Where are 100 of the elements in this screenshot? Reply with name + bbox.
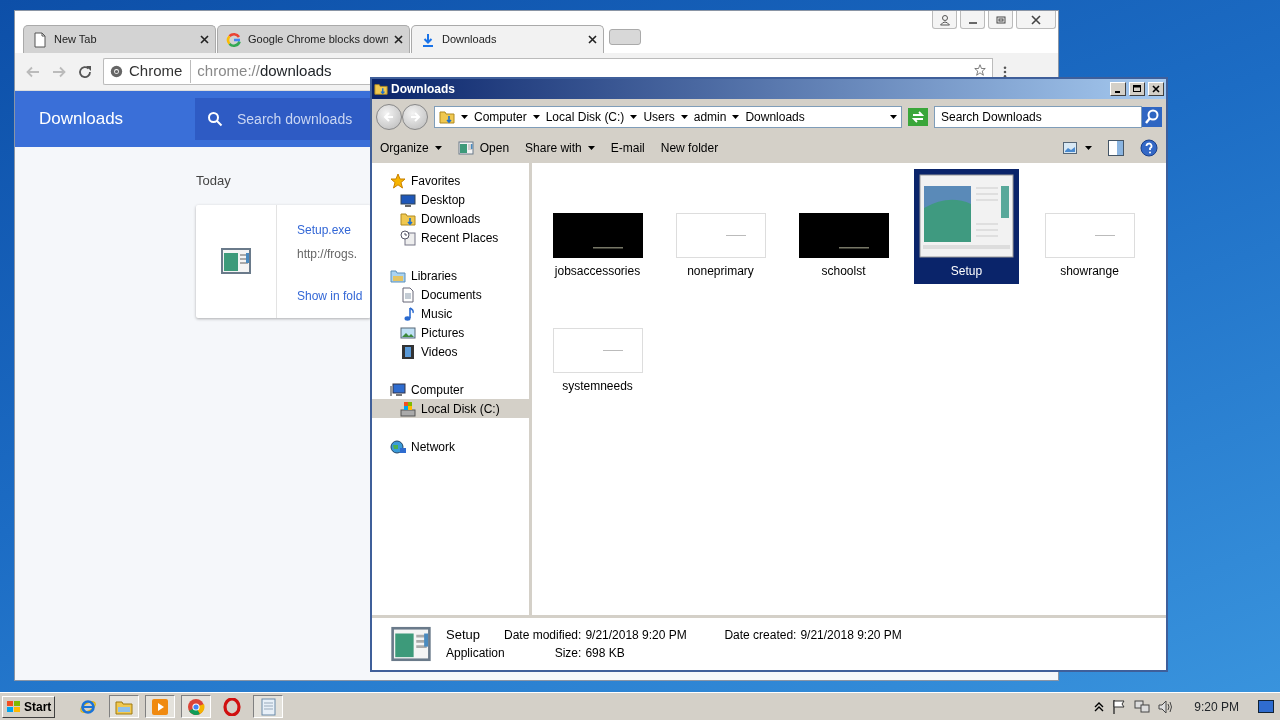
tab-title: New Tab	[54, 32, 98, 48]
play-icon	[151, 697, 170, 716]
detail-label: Date created:	[724, 627, 797, 643]
nav-item[interactable]: Libraries	[372, 266, 529, 285]
arrow-icon[interactable]	[461, 115, 468, 119]
browser-tab[interactable]: New Tab	[23, 25, 216, 53]
file-name: Setup	[446, 627, 480, 643]
chevron-up-icon[interactable]	[1094, 701, 1105, 712]
close-icon[interactable]	[1151, 84, 1161, 94]
taskbar-app[interactable]	[109, 695, 140, 718]
search-field[interactable]: Search Downloads	[934, 106, 1142, 128]
page-title: Downloads	[39, 108, 125, 131]
star-icon	[390, 172, 406, 189]
window-icon	[220, 245, 252, 277]
toolbar-button[interactable]: E-mail	[610, 139, 645, 157]
breadcrumb-item[interactable]: admin	[693, 108, 727, 126]
download-icon	[420, 31, 436, 48]
close-icon[interactable]	[394, 35, 403, 44]
star-icon[interactable]	[974, 64, 986, 76]
source-url: http://frogs.	[297, 245, 358, 263]
nav-item[interactable]: Computer	[372, 380, 529, 399]
menu-icon[interactable]	[1003, 65, 1007, 78]
search-icon[interactable]	[1142, 107, 1162, 127]
file-item[interactable]: showrange	[1037, 169, 1142, 284]
right-arrow-icon	[409, 111, 421, 123]
folder-icon	[439, 109, 455, 125]
site-chip: Chrome	[129, 60, 192, 83]
computer-icon	[390, 381, 406, 398]
arrow-icon[interactable]	[532, 115, 540, 119]
toolbar-button[interactable]: Open	[457, 139, 510, 157]
view-icon[interactable]	[1063, 142, 1077, 154]
back-button[interactable]	[376, 104, 402, 130]
window-icon	[457, 140, 474, 156]
file-item[interactable]: schoolst	[791, 169, 896, 284]
drive-icon	[400, 400, 416, 417]
restore-icon[interactable]	[994, 13, 1007, 26]
show-desktop-icon[interactable]	[1258, 699, 1274, 714]
folder-icon	[390, 267, 406, 284]
preview-pane-icon[interactable]	[1108, 140, 1124, 156]
nav-item[interactable]: Downloads	[372, 209, 529, 228]
arrow-icon[interactable]	[732, 115, 740, 119]
breadcrumb-item[interactable]: Users	[643, 108, 675, 126]
browser-tab[interactable]: Downloads	[411, 25, 604, 53]
globe-icon	[390, 438, 406, 455]
nav-item[interactable]: Documents	[372, 285, 529, 304]
browser-tab[interactable]: Google Chrome blocks down	[217, 25, 410, 53]
show-in-folder-link[interactable]: Show in fold	[297, 286, 363, 305]
close-icon[interactable]	[1030, 13, 1042, 26]
start-button[interactable]: Start	[2, 695, 56, 718]
close-icon[interactable]	[200, 35, 209, 44]
section-heading: Today	[196, 172, 231, 190]
multicolor-g-icon	[226, 31, 242, 48]
taskbar-app[interactable]	[181, 695, 212, 718]
address-bar[interactable]: Chrome chrome://downloads	[103, 58, 361, 85]
file-link[interactable]: Setup.exe	[297, 220, 352, 239]
nav-item[interactable]: Pictures	[372, 323, 529, 342]
clock-document-icon	[400, 229, 416, 246]
detail-label: Date modified:	[504, 627, 582, 643]
breadcrumb-item[interactable]: Local Disk (C:)	[545, 108, 625, 126]
folder-icon	[374, 82, 388, 96]
maximize-icon[interactable]	[1132, 84, 1142, 94]
file-item[interactable]: noneprimary	[668, 169, 773, 284]
file-item[interactable]: jobsaccessories	[545, 169, 650, 284]
help-icon[interactable]	[1140, 139, 1158, 157]
speaker-icon[interactable]	[1157, 698, 1174, 715]
user-icon[interactable]	[938, 13, 951, 26]
forward-button[interactable]	[402, 104, 428, 130]
toolbar-button[interactable]: New folder	[660, 139, 719, 157]
taskbar-app[interactable]	[145, 695, 176, 718]
breadcrumb-item[interactable]: Downloads	[745, 108, 805, 126]
breadcrumb-item[interactable]: Computer	[474, 108, 527, 126]
nav-item[interactable]: Recent Places	[372, 228, 529, 247]
detail-value: 9/21/2018 9:20 PM	[800, 627, 902, 643]
document-icon	[32, 31, 48, 48]
toolbar-button[interactable]: Organize	[380, 139, 442, 157]
file-item[interactable]: systemneeds	[545, 284, 650, 399]
reload-icon[interactable]	[77, 63, 93, 80]
file-item[interactable]: Setup	[914, 169, 1019, 284]
nav-item[interactable]: Favorites	[372, 171, 529, 190]
nav-item[interactable]: Videos	[372, 342, 529, 361]
network-icon[interactable]	[1134, 698, 1151, 715]
refresh-icon[interactable]	[908, 108, 928, 126]
search-field[interactable]: Search downloads	[195, 98, 370, 140]
nav-item[interactable]: Desktop	[372, 190, 529, 209]
window-title: Downloads	[391, 81, 456, 98]
nav-item[interactable]: Music	[372, 304, 529, 323]
taskbar-app[interactable]	[253, 695, 284, 718]
url-text: chrome://downloads	[197, 61, 332, 82]
arrow-icon[interactable]	[630, 115, 638, 119]
caret-icon	[1085, 146, 1092, 150]
address-bar[interactable]: Computer Local Disk (C:) Users admin Downloads	[434, 106, 902, 128]
notepad-icon	[259, 697, 278, 716]
flag-icon[interactable]	[1111, 698, 1128, 715]
arrow-icon[interactable]	[680, 115, 688, 119]
close-icon[interactable]	[588, 35, 597, 44]
nav-item[interactable]: Local Disk (C:)	[372, 399, 529, 418]
document-icon	[400, 286, 416, 303]
nav-item[interactable]: Network	[372, 437, 529, 456]
toolbar-button[interactable]: Share with	[525, 139, 595, 157]
left-arrow-icon	[383, 111, 395, 123]
